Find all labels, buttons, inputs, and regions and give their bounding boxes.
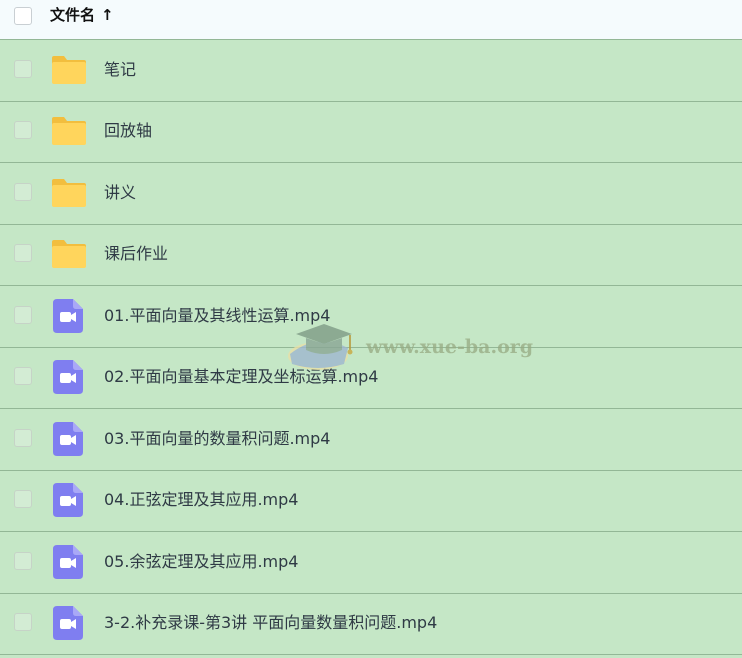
file-row-video-02[interactable]: 02.平面向量基本定理及坐标运算.mp4 xyxy=(0,347,742,409)
select-all-checkbox[interactable] xyxy=(14,7,32,25)
file-name[interactable]: 讲义 xyxy=(104,183,136,203)
row-checkbox[interactable] xyxy=(14,183,32,201)
folder-icon xyxy=(52,179,86,207)
file-row-folder-handouts[interactable]: 讲义 xyxy=(0,163,742,225)
file-row-folder-homework[interactable]: 课后作业 xyxy=(0,224,742,286)
video-file-icon xyxy=(53,545,83,579)
video-file-icon xyxy=(53,483,83,517)
row-checkbox[interactable] xyxy=(14,552,32,570)
sort-ascending-icon: ↑ xyxy=(101,6,114,24)
file-name[interactable]: 02.平面向量基本定理及坐标运算.mp4 xyxy=(104,367,378,387)
video-file-icon xyxy=(53,606,83,640)
file-name[interactable]: 03.平面向量的数量积问题.mp4 xyxy=(104,429,330,449)
video-file-icon xyxy=(53,360,83,394)
row-checkbox[interactable] xyxy=(14,60,32,78)
file-row-video-supplement[interactable]: 3-2.补充录课-第3讲 平面向量数量积问题.mp4 xyxy=(0,593,742,655)
file-name[interactable]: 课后作业 xyxy=(104,244,168,264)
column-header-filename[interactable]: 文件名 ↑ xyxy=(50,5,114,25)
column-header-label: 文件名 xyxy=(50,6,96,24)
file-row-video-04[interactable]: 04.正弦定理及其应用.mp4 xyxy=(0,470,742,532)
file-row-video-05[interactable]: 05.余弦定理及其应用.mp4 xyxy=(0,532,742,594)
video-file-icon xyxy=(53,422,83,456)
row-checkbox[interactable] xyxy=(14,306,32,324)
file-list: 文件名 ↑ 笔记 回放轴 讲义 课后作业 01.平面向量及其线性运算.mp4 0… xyxy=(0,0,742,658)
video-file-icon xyxy=(53,299,83,333)
row-checkbox[interactable] xyxy=(14,490,32,508)
row-checkbox[interactable] xyxy=(14,244,32,262)
row-checkbox[interactable] xyxy=(14,121,32,139)
folder-icon xyxy=(52,240,86,268)
file-row-video-03[interactable]: 03.平面向量的数量积问题.mp4 xyxy=(0,409,742,471)
file-row-folder-playback[interactable]: 回放轴 xyxy=(0,101,742,163)
row-checkbox[interactable] xyxy=(14,429,32,447)
row-checkbox[interactable] xyxy=(14,613,32,631)
folder-icon xyxy=(52,56,86,84)
file-row-folder-notes[interactable]: 笔记 xyxy=(0,40,742,102)
file-name[interactable]: 04.正弦定理及其应用.mp4 xyxy=(104,490,298,510)
row-checkbox[interactable] xyxy=(14,367,32,385)
file-name[interactable]: 01.平面向量及其线性运算.mp4 xyxy=(104,306,330,326)
list-header: 文件名 ↑ xyxy=(0,0,742,40)
file-row-video-01[interactable]: 01.平面向量及其线性运算.mp4 xyxy=(0,286,742,348)
folder-icon xyxy=(52,117,86,145)
file-name[interactable]: 05.余弦定理及其应用.mp4 xyxy=(104,552,298,572)
file-name[interactable]: 3-2.补充录课-第3讲 平面向量数量积问题.mp4 xyxy=(104,613,437,633)
file-name[interactable]: 回放轴 xyxy=(104,121,152,141)
file-name[interactable]: 笔记 xyxy=(104,60,136,80)
